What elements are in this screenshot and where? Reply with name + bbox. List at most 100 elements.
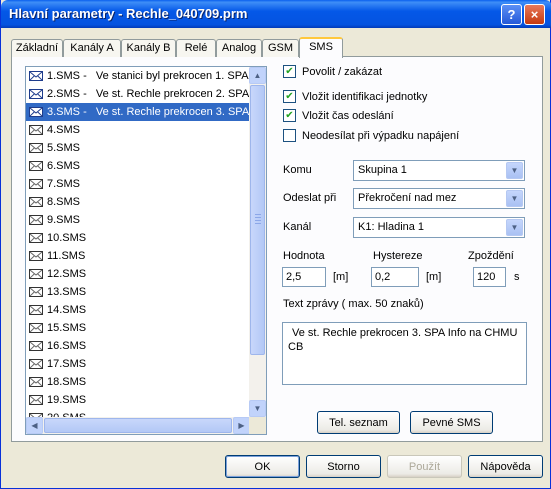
sms-list-item[interactable]: 13.SMS (26, 283, 250, 301)
hystereze-input[interactable]: 0,2 (371, 267, 419, 287)
scroll-right-icon[interactable]: ▶ (233, 417, 250, 434)
fixed-sms-button[interactable]: Pevné SMS (410, 411, 493, 434)
odeslat-select[interactable]: Překročení nad mez ▼ (353, 188, 525, 209)
kanal-label: Kanál (283, 221, 312, 233)
envelope-icon (29, 287, 43, 297)
sms-list-item-label: 11.SMS (47, 250, 86, 262)
sms-list[interactable]: 1.SMS - Ve stanici byl prekrocen 1. SPA 2… (25, 66, 267, 435)
sms-list-item-label: 7.SMS (47, 178, 81, 190)
scroll-up-icon[interactable]: ▲ (249, 67, 266, 84)
sms-list-item[interactable]: 4.SMS (26, 121, 250, 139)
vertical-scrollbar[interactable]: ▲ ▼ (249, 67, 266, 417)
help-button[interactable]: Nápověda (468, 455, 543, 478)
horizontal-scroll-thumb[interactable] (44, 418, 232, 433)
insert-id-checkbox[interactable]: ✔ Vložit identifikaci jednotky (283, 90, 427, 103)
message-text: Ve st. Rechle prekrocen 3. SPA Info na C… (288, 327, 518, 353)
close-button[interactable]: × (524, 4, 545, 25)
hodnota-unit: [m] (333, 271, 349, 283)
sms-list-item-label: 19.SMS (47, 394, 87, 406)
sms-list-item-label: 2.SMS - Ve st. Rechle prekrocen 2. SPA (47, 88, 250, 100)
enable-check-icon[interactable]: ✔ (283, 65, 296, 78)
kanal-value: K1: Hladina 1 (358, 221, 425, 233)
tab-kanaly-a[interactable]: Kanály A (63, 39, 121, 57)
sms-list-item[interactable]: 16.SMS (26, 337, 250, 355)
tab-rele[interactable]: Relé (176, 39, 216, 57)
no-send-power-check-icon[interactable] (283, 129, 296, 142)
envelope-icon (29, 125, 43, 135)
enable-checkbox[interactable]: ✔ Povolit / zakázat (283, 65, 382, 78)
sms-list-item[interactable]: 1.SMS - Ve stanici byl prekrocen 1. SPA (26, 67, 250, 85)
sms-list-item-label: 6.SMS (47, 160, 81, 172)
cancel-button[interactable]: Storno (306, 455, 381, 478)
horizontal-scrollbar[interactable]: ◀ ▶ (26, 417, 250, 434)
envelope-icon (29, 359, 43, 369)
sms-list-item-label: 18.SMS (47, 376, 87, 388)
sms-list-item[interactable]: 5.SMS (26, 139, 250, 157)
sms-list-item[interactable]: 14.SMS (26, 301, 250, 319)
zpozdeni-input[interactable]: 120 (473, 267, 506, 287)
sms-list-item[interactable]: 20.SMS (26, 409, 250, 417)
sms-list-item[interactable]: 7.SMS (26, 175, 250, 193)
sms-list-item-label: 8.SMS (47, 196, 81, 208)
tab-gsm[interactable]: GSM (262, 39, 299, 57)
tab-sms[interactable]: SMS (299, 37, 343, 58)
envelope-icon (29, 323, 43, 333)
komu-label: Komu (283, 164, 312, 176)
odeslat-label: Odeslat při (283, 192, 337, 204)
envelope-icon (29, 215, 43, 225)
sms-list-item-label: 15.SMS (47, 322, 87, 334)
chevron-down-icon[interactable]: ▼ (506, 190, 523, 207)
envelope-active-icon (29, 71, 43, 81)
scroll-thumb[interactable] (250, 85, 265, 355)
chevron-down-icon[interactable]: ▼ (506, 162, 523, 179)
insert-id-check-icon[interactable]: ✔ (283, 90, 296, 103)
sms-list-item[interactable]: 6.SMS (26, 157, 250, 175)
sms-list-item[interactable]: 12.SMS (26, 265, 250, 283)
sms-list-item-label: 17.SMS (47, 358, 87, 370)
message-textarea[interactable]: Ve st. Rechle prekrocen 3. SPA Info na C… (282, 322, 527, 385)
help-title-button[interactable]: ? (501, 4, 522, 25)
sms-list-item-label: 1.SMS - Ve stanici byl prekrocen 1. SPA (47, 70, 249, 82)
envelope-active-icon (29, 89, 43, 99)
sms-list-item[interactable]: 17.SMS (26, 355, 250, 373)
title-bar[interactable]: Hlavní parametry - Rechle_040709.prm ? × (1, 0, 551, 28)
sms-list-item[interactable]: 10.SMS (26, 229, 250, 247)
apply-button[interactable]: Použít (387, 455, 462, 478)
insert-time-check-icon[interactable]: ✔ (283, 109, 296, 122)
sms-list-item[interactable]: 9.SMS (26, 211, 250, 229)
chevron-down-icon[interactable]: ▼ (506, 219, 523, 236)
sms-list-item[interactable]: 15.SMS (26, 319, 250, 337)
sms-list-item-label: 10.SMS (47, 232, 87, 244)
tel-list-button[interactable]: Tel. seznam (317, 411, 400, 434)
sms-list-item[interactable]: 3.SMS - Ve st. Rechle prekrocen 3. SPA (26, 103, 250, 121)
scroll-left-icon[interactable]: ◀ (26, 417, 43, 434)
sms-list-items: 1.SMS - Ve stanici byl prekrocen 1. SPA 2… (26, 67, 250, 417)
scroll-down-icon[interactable]: ▼ (249, 400, 266, 417)
tab-zakladni[interactable]: Základní (11, 39, 63, 57)
insert-time-checkbox[interactable]: ✔ Vložit čas odeslání (283, 109, 394, 122)
kanal-select[interactable]: K1: Hladina 1 ▼ (353, 217, 525, 238)
hodnota-input[interactable]: 2,5 (282, 267, 326, 287)
envelope-icon (29, 143, 43, 153)
komu-select[interactable]: Skupina 1 ▼ (353, 160, 525, 181)
tab-kanaly-b[interactable]: Kanály B (121, 39, 176, 57)
envelope-icon (29, 341, 43, 351)
sms-list-item-label: 5.SMS (47, 142, 81, 154)
zpozdeni-label: Zpoždění (468, 250, 514, 262)
sms-list-item-label: 9.SMS (47, 214, 81, 226)
sms-list-item-label: 12.SMS (47, 268, 87, 280)
sms-list-item[interactable]: 19.SMS (26, 391, 250, 409)
dialog-window: Hlavní parametry - Rechle_040709.prm ? ×… (0, 0, 551, 489)
sms-list-item[interactable]: 8.SMS (26, 193, 250, 211)
sms-list-item[interactable]: 2.SMS - Ve st. Rechle prekrocen 2. SPA (26, 85, 250, 103)
message-label: Text zprávy ( max. 50 znaků) (283, 298, 424, 310)
envelope-icon (29, 377, 43, 387)
sms-list-item[interactable]: 11.SMS (26, 247, 250, 265)
hystereze-unit: [m] (426, 271, 442, 283)
sms-list-item[interactable]: 18.SMS (26, 373, 250, 391)
no-send-power-checkbox[interactable]: Neodesílat při výpadku napájení (283, 129, 459, 142)
tab-analog[interactable]: Analog (216, 39, 262, 57)
envelope-icon (29, 161, 43, 171)
window-title: Hlavní parametry - Rechle_040709.prm (9, 6, 248, 21)
ok-button[interactable]: OK (225, 455, 300, 478)
